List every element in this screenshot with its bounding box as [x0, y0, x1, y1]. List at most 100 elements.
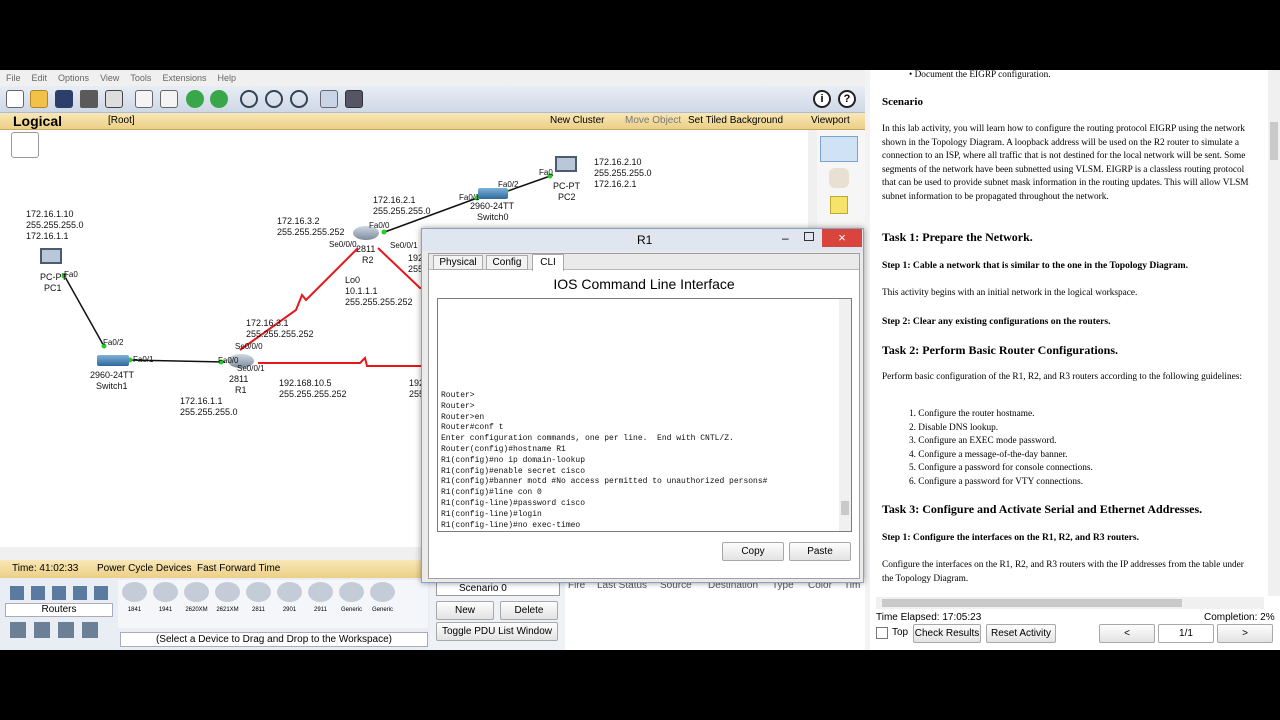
tab-config[interactable]: Config: [486, 255, 528, 270]
copy-button[interactable]: Copy: [722, 542, 784, 561]
r1-lan-ip-label: 172.16.1.1: [180, 396, 223, 406]
task2-heading: Task 2: Perform Basic Router Configurati…: [882, 343, 1118, 357]
menu-extensions[interactable]: Extensions: [162, 73, 206, 83]
move-object-button[interactable]: Move Object: [625, 115, 681, 126]
menu-options[interactable]: Options: [58, 73, 89, 83]
main-toolbar: i ?: [0, 86, 865, 113]
menu-help[interactable]: Help: [217, 73, 236, 83]
print-icon[interactable]: [80, 90, 98, 108]
device-model-item[interactable]: 1941: [153, 582, 178, 614]
device-hint: (Select a Device to Drag and Drop to the…: [120, 632, 428, 647]
cli-terminal[interactable]: Router> Router> Router>en Router#conf t …: [437, 298, 852, 532]
device-subcategory-icons[interactable]: [10, 622, 106, 638]
previous-page-button[interactable]: <: [1099, 624, 1155, 643]
redo-icon[interactable]: [210, 90, 228, 108]
new-file-icon[interactable]: [6, 90, 24, 108]
zoom-out-icon[interactable]: [290, 90, 308, 108]
note-tool-icon[interactable]: [830, 196, 848, 214]
dialog-title-bar[interactable]: R1 – ×: [422, 229, 863, 251]
palette-icon[interactable]: [320, 90, 338, 108]
root-breadcrumb[interactable]: [Root]: [108, 115, 135, 126]
activity-wizard-icon[interactable]: [105, 90, 123, 108]
menu-view[interactable]: View: [100, 73, 119, 83]
realtime-status-bar: Time: 41:02:33 Power Cycle Devices Fast …: [0, 560, 430, 578]
switch0-name-label: Switch0: [477, 212, 509, 222]
paste-button[interactable]: Paste: [789, 542, 851, 561]
instructions-scrollbar[interactable]: [1268, 70, 1280, 596]
save-icon[interactable]: [55, 90, 73, 108]
open-folder-icon[interactable]: [30, 90, 48, 108]
device-model-item[interactable]: 2621XM: [215, 582, 240, 614]
zoom-reset-icon[interactable]: [265, 90, 283, 108]
scenario-select[interactable]: Scenario 0: [436, 581, 560, 596]
menu-tools[interactable]: Tools: [130, 73, 151, 83]
task1-step2: Step 2: Clear any existing configuration…: [882, 316, 1111, 327]
link-pc1-switch1[interactable]: [63, 274, 106, 349]
close-icon[interactable]: ×: [822, 229, 862, 247]
device-model-item[interactable]: 2911: [308, 582, 333, 614]
info-icon[interactable]: i: [813, 90, 831, 108]
pc2-icon[interactable]: [555, 156, 577, 172]
menu-edit[interactable]: Edit: [32, 73, 48, 83]
undo-icon[interactable]: [186, 90, 204, 108]
completion-percent: Completion: 2%: [1204, 612, 1275, 623]
device-model-item[interactable]: 2620XM: [184, 582, 209, 614]
tab-cli[interactable]: CLI: [532, 254, 564, 271]
scenario-heading: Scenario: [882, 96, 923, 108]
terminal-scrollbar[interactable]: [839, 299, 851, 531]
link-r1-serial-r3[interactable]: [258, 356, 428, 367]
instructions-hscrollbar[interactable]: [876, 597, 1264, 609]
device-category-icons[interactable]: [10, 586, 114, 600]
pc2-ip-label: 172.16.2.10: [594, 157, 642, 167]
zoom-in-icon[interactable]: [240, 90, 258, 108]
switch0-icon[interactable]: [478, 188, 508, 199]
device-model-item[interactable]: Generic: [339, 582, 364, 614]
hand-tool-icon[interactable]: [829, 168, 849, 188]
tab-physical[interactable]: Physical: [433, 255, 483, 270]
paste-icon[interactable]: [160, 90, 178, 108]
logical-label[interactable]: Logical: [13, 113, 62, 129]
pc2-mask-label: 255.255.255.0: [594, 168, 652, 178]
help-icon[interactable]: ?: [838, 90, 856, 108]
pc1-icon[interactable]: [40, 248, 62, 264]
maximize-icon[interactable]: [804, 232, 814, 241]
switch0-model-label: 2960-24TT: [470, 201, 515, 211]
new-cluster-button[interactable]: New Cluster: [550, 115, 604, 126]
power-cycle-button[interactable]: Power Cycle Devices: [97, 563, 191, 574]
pdu-table: Fire Last Status Source Destination Type…: [565, 578, 865, 650]
set-tiled-background-button[interactable]: Set Tiled Background: [688, 115, 783, 126]
cli-output[interactable]: Router> Router> Router>en Router#conf t …: [441, 391, 836, 531]
r2-s0-ip-label: 172.16.3.2: [277, 216, 320, 226]
next-page-button[interactable]: >: [1217, 624, 1273, 643]
copy-icon[interactable]: [135, 90, 153, 108]
device-model-item[interactable]: 2811: [246, 582, 271, 614]
top-checkbox[interactable]: [876, 627, 888, 639]
new-scenario-button[interactable]: New: [436, 601, 494, 620]
device-model-item[interactable]: 1841: [122, 582, 147, 614]
delete-scenario-button[interactable]: Delete: [500, 601, 558, 620]
task3-step1: Step 1: Configure the interfaces on the …: [882, 532, 1140, 543]
fast-forward-button[interactable]: Fast Forward Time: [197, 563, 280, 574]
switch1-port-b: Fa0/1: [133, 355, 154, 364]
toggle-pdu-list-button[interactable]: Toggle PDU List Window: [436, 622, 558, 641]
workspace-horizontal-scrollbar[interactable]: [0, 547, 428, 560]
viewport-button[interactable]: Viewport: [811, 115, 850, 126]
switch1-icon[interactable]: [97, 355, 129, 366]
check-results-button[interactable]: Check Results: [913, 624, 981, 643]
dialog-title: R1: [637, 233, 653, 247]
r1-s0-mask-label: 255.255.255.252: [246, 329, 314, 339]
device-model-item[interactable]: Generic: [370, 582, 395, 614]
custom-device-icon[interactable]: [345, 90, 363, 108]
select-tool-icon[interactable]: [820, 136, 858, 162]
r2-lan-ip-label: 172.16.2.1: [373, 195, 416, 205]
device-model-list: 1841 1941 2620XM 2621XM 2811 2901 2911 G…: [118, 580, 428, 628]
top-label: Top: [892, 627, 909, 638]
menu-file[interactable]: File: [6, 73, 21, 83]
minimize-icon[interactable]: –: [782, 231, 789, 245]
pc1-name-label: PC1: [44, 283, 62, 293]
reset-activity-button[interactable]: Reset Activity: [986, 624, 1056, 643]
device-model-item[interactable]: 2901: [277, 582, 302, 614]
r2-fa-port: Fa0/0: [369, 221, 390, 230]
scenario-paragraph: In this lab activity, you will learn how…: [882, 124, 1249, 202]
pc1-gateway-label: 172.16.1.1: [26, 231, 69, 241]
